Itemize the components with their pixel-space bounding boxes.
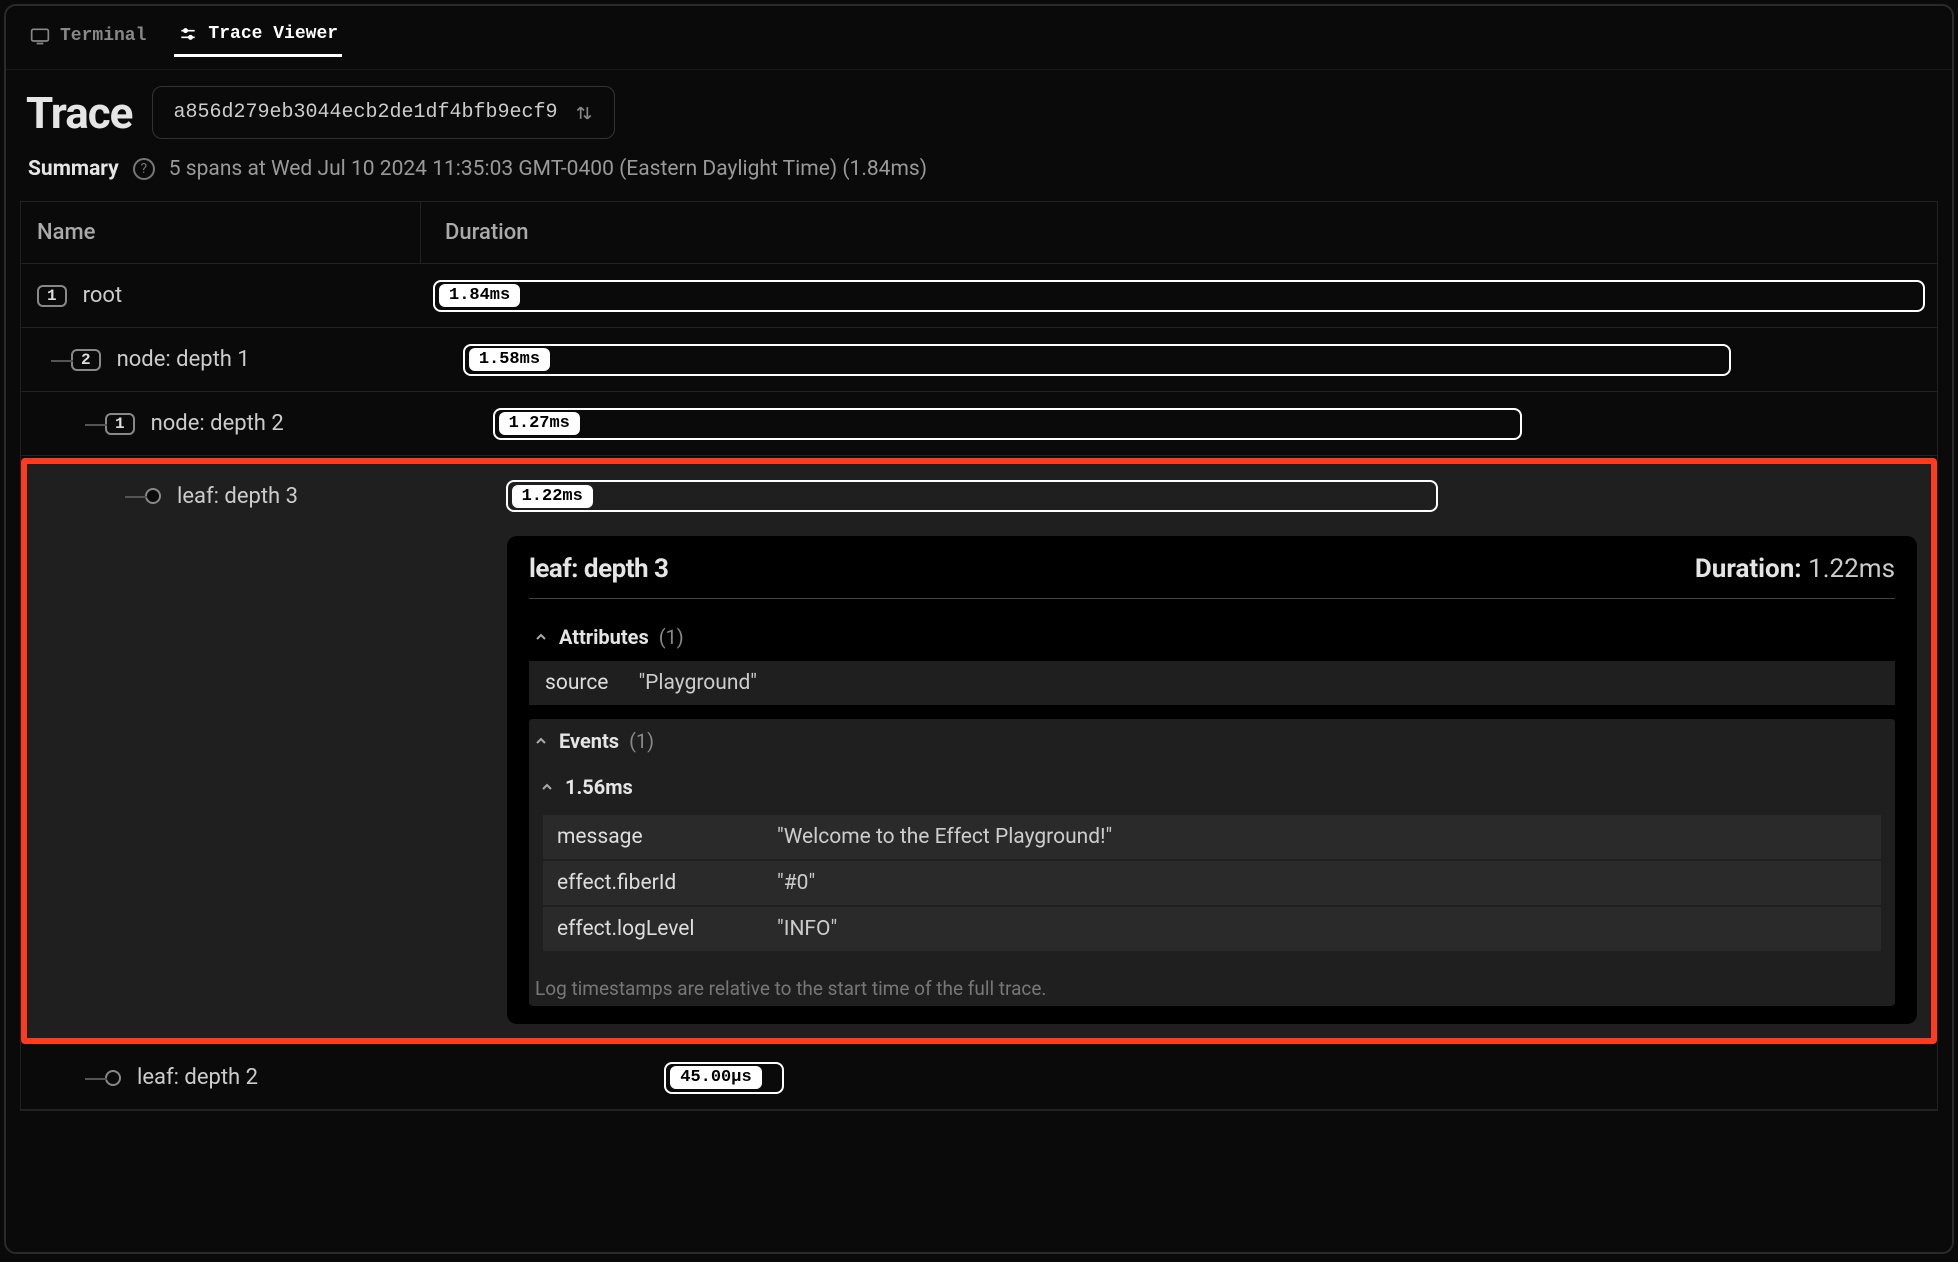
span-row[interactable]: 1 node: depth 2 1.27ms [21,392,1937,456]
column-name: Name [21,202,421,263]
sort-arrows-icon [574,103,594,123]
event-time: 1.56ms [565,775,633,799]
detail-duration: Duration: 1.22ms [1695,554,1895,584]
event-key: effect.logLevel [557,917,777,941]
span-row[interactable]: leaf: depth 3 1.22ms [27,464,1931,528]
span-duration-cell: 45.00µs [421,1062,1937,1094]
event-table: message"Welcome to the Effect Playground… [543,815,1881,953]
events-footnote: Log timestamps are relative to the start… [529,963,1895,1006]
span-label: leaf: depth 3 [177,484,298,509]
child-count-badge: 1 [37,285,67,307]
table-header: Name Duration [21,202,1937,264]
duration-value: 1.27ms [499,412,580,435]
span-detail-panel: leaf: depth 3 Duration: 1.22ms Attribute… [507,536,1917,1024]
duration-value: 45.00µs [670,1066,761,1089]
attributes-label: Attributes [559,625,649,649]
span-name-cell: 1 root [21,280,421,312]
events-count: (1) [629,729,654,753]
event-row: effect.fiberId"#0" [543,861,1881,907]
span-row[interactable]: 2 node: depth 1 1.58ms [21,328,1937,392]
trace-id-selector[interactable]: a856d279eb3044ecb2de1df4bfb9ecf9 [152,86,614,139]
span-duration-cell: 1.58ms [421,344,1937,376]
tab-trace-viewer-label: Trace Viewer [208,24,338,44]
detail-title: leaf: depth 3 [529,554,668,584]
duration-bar: 1.27ms [493,408,1522,440]
span-label: leaf: depth 2 [137,1065,258,1090]
span-label: root [83,283,123,308]
attributes-header[interactable]: Attributes (1) [529,615,1895,659]
event-value: "INFO" [777,917,837,941]
events-label: Events [559,729,619,753]
attribute-key: source [545,671,608,695]
tab-trace-viewer[interactable]: Trace Viewer [174,18,342,57]
leaf-node-icon [145,488,161,504]
duration-bar: 1.58ms [463,344,1731,376]
spans-table: Name Duration 1 root 1.84ms 2 node: depth 1… [20,201,1938,1111]
event-time-header[interactable]: 1.56ms [529,763,1895,811]
span-label: node: depth 1 [117,347,250,372]
chevron-up-icon [539,779,555,795]
detail-duration-value: 1.22ms [1808,554,1895,584]
event-row: effect.logLevel"INFO" [543,907,1881,953]
duration-value: 1.22ms [512,485,593,508]
tab-terminal[interactable]: Terminal [26,18,150,57]
page-title: Trace [26,87,132,139]
event-key: message [557,825,777,849]
span-name-cell: 1 node: depth 2 [21,408,421,440]
child-count-badge: 1 [105,413,135,435]
sliders-icon [178,24,198,44]
duration-bar: 1.84ms [433,280,1925,312]
duration-value: 1.58ms [469,348,550,371]
app-frame: Terminal Trace Viewer Trace a856d279eb30… [4,4,1954,1254]
span-row[interactable]: 1 root 1.84ms [21,264,1937,328]
span-label: node: depth 2 [151,411,284,436]
event-value: "Welcome to the Effect Playground!" [777,825,1112,849]
child-count-badge: 2 [71,349,101,371]
header: Trace a856d279eb3044ecb2de1df4bfb9ecf9 [6,70,1952,147]
attribute-value: "Playground" [638,671,757,695]
events-header[interactable]: Events (1) [529,719,1895,763]
events-section: Events (1) 1.56ms message"Welcome to the… [529,719,1895,1006]
duration-value: 1.84ms [439,284,520,307]
attribute-row: source "Playground" [529,661,1895,705]
trace-id-value: a856d279eb3044ecb2de1df4bfb9ecf9 [173,101,557,124]
span-name-cell: leaf: depth 3 [27,480,427,512]
span-duration-cell: 1.84ms [421,280,1937,312]
span-duration-cell: 1.22ms [427,480,1931,512]
summary-row: Summary ? 5 spans at Wed Jul 10 2024 11:… [6,147,1952,201]
span-name-cell: 2 node: depth 1 [21,344,421,376]
span-row[interactable]: leaf: depth 2 45.00µs [21,1046,1937,1110]
detail-header: leaf: depth 3 Duration: 1.22ms [529,554,1895,599]
attributes-list: source "Playground" [529,661,1895,705]
tab-terminal-label: Terminal [60,26,146,46]
event-value: "#0" [777,871,815,895]
tab-bar: Terminal Trace Viewer [6,6,1952,70]
summary-text: 5 spans at Wed Jul 10 2024 11:35:03 GMT-… [169,157,927,181]
span-duration-cell: 1.27ms [421,408,1937,440]
chevron-up-icon [533,733,549,749]
column-duration: Duration [421,202,1937,263]
leaf-node-icon [105,1070,121,1086]
event-row: message"Welcome to the Effect Playground… [543,815,1881,861]
span-name-cell: leaf: depth 2 [21,1062,421,1094]
help-icon[interactable]: ? [133,158,155,180]
selected-span-highlight: leaf: depth 3 1.22ms leaf: depth 3 Durati… [21,458,1937,1044]
monitor-icon [30,26,50,46]
duration-bar: 1.22ms [506,480,1438,512]
duration-bar: 45.00µs [664,1062,783,1094]
attributes-count: (1) [659,625,684,649]
attributes-section: Attributes (1) source "Playground" [529,615,1895,705]
event-key: effect.fiberId [557,871,777,895]
detail-duration-label: Duration: [1695,554,1802,584]
summary-label: Summary [28,157,119,181]
chevron-up-icon [533,629,549,645]
